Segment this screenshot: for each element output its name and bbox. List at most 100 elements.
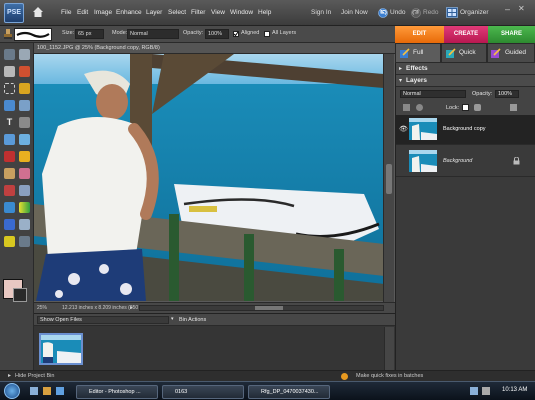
adjustment-layer-icon[interactable]: [416, 104, 423, 111]
menu-edit[interactable]: Edit: [77, 9, 88, 16]
mode-select[interactable]: Normal: [127, 29, 179, 39]
quick-launch-icon[interactable]: [43, 387, 51, 395]
blur-tool-icon[interactable]: [19, 219, 30, 230]
paint-bucket-tool-icon[interactable]: [4, 202, 15, 213]
blend-mode-select[interactable]: Normal: [400, 90, 466, 98]
sign-in-link[interactable]: Sign In: [311, 9, 331, 16]
effects-panel-header[interactable]: Effects: [396, 63, 535, 75]
menu-select[interactable]: Select: [168, 9, 186, 16]
triangle-down-icon[interactable]: ▾: [399, 77, 402, 84]
layer-name[interactable]: Background copy: [443, 126, 486, 132]
spot-healing-tool-icon[interactable]: [19, 151, 30, 162]
brush-tool-icon[interactable]: [4, 185, 15, 196]
menu-enhance[interactable]: Enhance: [116, 9, 142, 16]
pencil-tool-icon[interactable]: [19, 236, 30, 247]
status-arrow-icon[interactable]: ▸: [130, 304, 133, 311]
menu-layer[interactable]: Layer: [146, 9, 162, 16]
clone-stamp-tool-icon[interactable]: [4, 168, 15, 179]
eyedropper-tool-icon[interactable]: [19, 66, 30, 77]
lock-transparency-icon[interactable]: [462, 104, 469, 111]
undo-label[interactable]: Undo: [390, 9, 406, 16]
eye-icon[interactable]: 👁: [399, 125, 408, 133]
straighten-tool-icon[interactable]: [19, 134, 30, 145]
new-layer-icon[interactable]: [403, 104, 410, 111]
tray-volume-icon[interactable]: [482, 387, 490, 395]
tray-network-icon[interactable]: [470, 387, 478, 395]
organizer-label[interactable]: Organizer: [460, 9, 489, 16]
clock[interactable]: 10:13 AM: [502, 387, 527, 393]
taskbar-item-folder[interactable]: 0163: [162, 385, 244, 399]
layer-thumbnail: [409, 150, 437, 172]
document-title[interactable]: 100_1152.JPG @ 25% (Background copy, RGB…: [34, 43, 395, 54]
layer-name[interactable]: Background: [443, 158, 472, 164]
layers-panel-header[interactable]: Layers: [396, 75, 535, 87]
chevron-down-icon[interactable]: ▾: [171, 316, 174, 322]
hide-project-bin-link[interactable]: Hide Project Bin: [15, 373, 54, 379]
size-field[interactable]: 65 px: [75, 29, 104, 39]
quick-launch-icon[interactable]: [56, 387, 64, 395]
menu-file[interactable]: File: [61, 9, 71, 16]
bin-actions-menu[interactable]: Bin Actions: [179, 317, 206, 323]
bin-scrollbar[interactable]: [384, 327, 394, 371]
aligned-checkbox[interactable]: [233, 31, 239, 37]
vertical-scrollbar[interactable]: [383, 54, 394, 303]
quick-fix-icon: [446, 48, 456, 58]
opacity-field[interactable]: 100%: [205, 29, 229, 39]
lasso-tool-icon[interactable]: [19, 83, 30, 94]
show-open-files-select[interactable]: Show Open Files: [37, 316, 169, 324]
trash-icon[interactable]: [510, 104, 517, 111]
undo-icon[interactable]: [378, 8, 388, 18]
zoom-tool-icon[interactable]: [4, 49, 15, 60]
tab-share[interactable]: SHARE: [488, 26, 535, 43]
shape-tool-icon[interactable]: [4, 219, 15, 230]
smart-brush-tool-icon[interactable]: [19, 185, 30, 196]
taskbar-item-document[interactable]: Rfg_DP_0470037430...: [248, 385, 330, 399]
menu-view[interactable]: View: [211, 9, 225, 16]
tab-edit[interactable]: EDIT: [395, 26, 444, 43]
triangle-right-icon[interactable]: ▸: [399, 65, 402, 72]
home-icon[interactable]: [31, 5, 45, 19]
eraser-tool-icon[interactable]: [19, 168, 30, 179]
gradient-tool-icon[interactable]: [19, 202, 30, 213]
document-canvas-area[interactable]: [34, 54, 395, 303]
close-icon[interactable]: ✕: [518, 4, 528, 14]
photo-canvas[interactable]: [34, 54, 384, 301]
crop-tool-icon[interactable]: [19, 117, 30, 128]
move-tool-icon[interactable]: [4, 66, 15, 77]
marquee-tool-icon[interactable]: [4, 83, 15, 94]
quick-launch-icon[interactable]: [30, 387, 38, 395]
sponge-tool-icon[interactable]: [4, 236, 15, 247]
menu-help[interactable]: Help: [258, 9, 271, 16]
hand-tool-icon[interactable]: [19, 49, 30, 60]
lock-all-icon[interactable]: [474, 104, 481, 111]
zoom-level[interactable]: 25%: [37, 305, 47, 311]
collapse-arrow-icon[interactable]: ▸: [8, 372, 11, 379]
brush-preview[interactable]: [14, 28, 52, 41]
taskbar-item-photoshop[interactable]: Editor - Photoshop ...: [76, 385, 158, 399]
layer-row-background[interactable]: Background: [396, 147, 535, 177]
tip-text[interactable]: Make quick fixes in batches: [356, 373, 423, 379]
organizer-icon[interactable]: [446, 7, 458, 18]
vertical-scroll-thumb[interactable]: [386, 164, 392, 194]
start-button[interactable]: [4, 383, 20, 399]
redo-icon[interactable]: [411, 8, 421, 18]
tab-create[interactable]: CREATE: [444, 26, 488, 43]
open-file-thumbnail[interactable]: [39, 333, 83, 365]
redo-label[interactable]: Redo: [423, 9, 439, 16]
minimize-icon[interactable]: –: [505, 4, 515, 14]
magic-wand-tool-icon[interactable]: [4, 100, 15, 111]
type-tool-icon[interactable]: T: [4, 117, 15, 128]
selection-brush-tool-icon[interactable]: [19, 100, 30, 111]
layer-row-background-copy[interactable]: 👁 Background copy: [396, 115, 535, 145]
red-eye-tool-icon[interactable]: [4, 151, 15, 162]
foreground-color-swatch[interactable]: [13, 288, 27, 302]
cookie-cutter-tool-icon[interactable]: [4, 134, 15, 145]
all-layers-checkbox[interactable]: [264, 31, 270, 37]
layer-opacity-field[interactable]: 100%: [495, 90, 519, 98]
horizontal-scrollbar[interactable]: [139, 305, 384, 311]
horizontal-scroll-thumb[interactable]: [255, 306, 283, 310]
menu-window[interactable]: Window: [230, 9, 253, 16]
menu-image[interactable]: Image: [94, 9, 112, 16]
menu-filter[interactable]: Filter: [191, 9, 205, 16]
join-now-link[interactable]: Join Now: [341, 9, 368, 16]
